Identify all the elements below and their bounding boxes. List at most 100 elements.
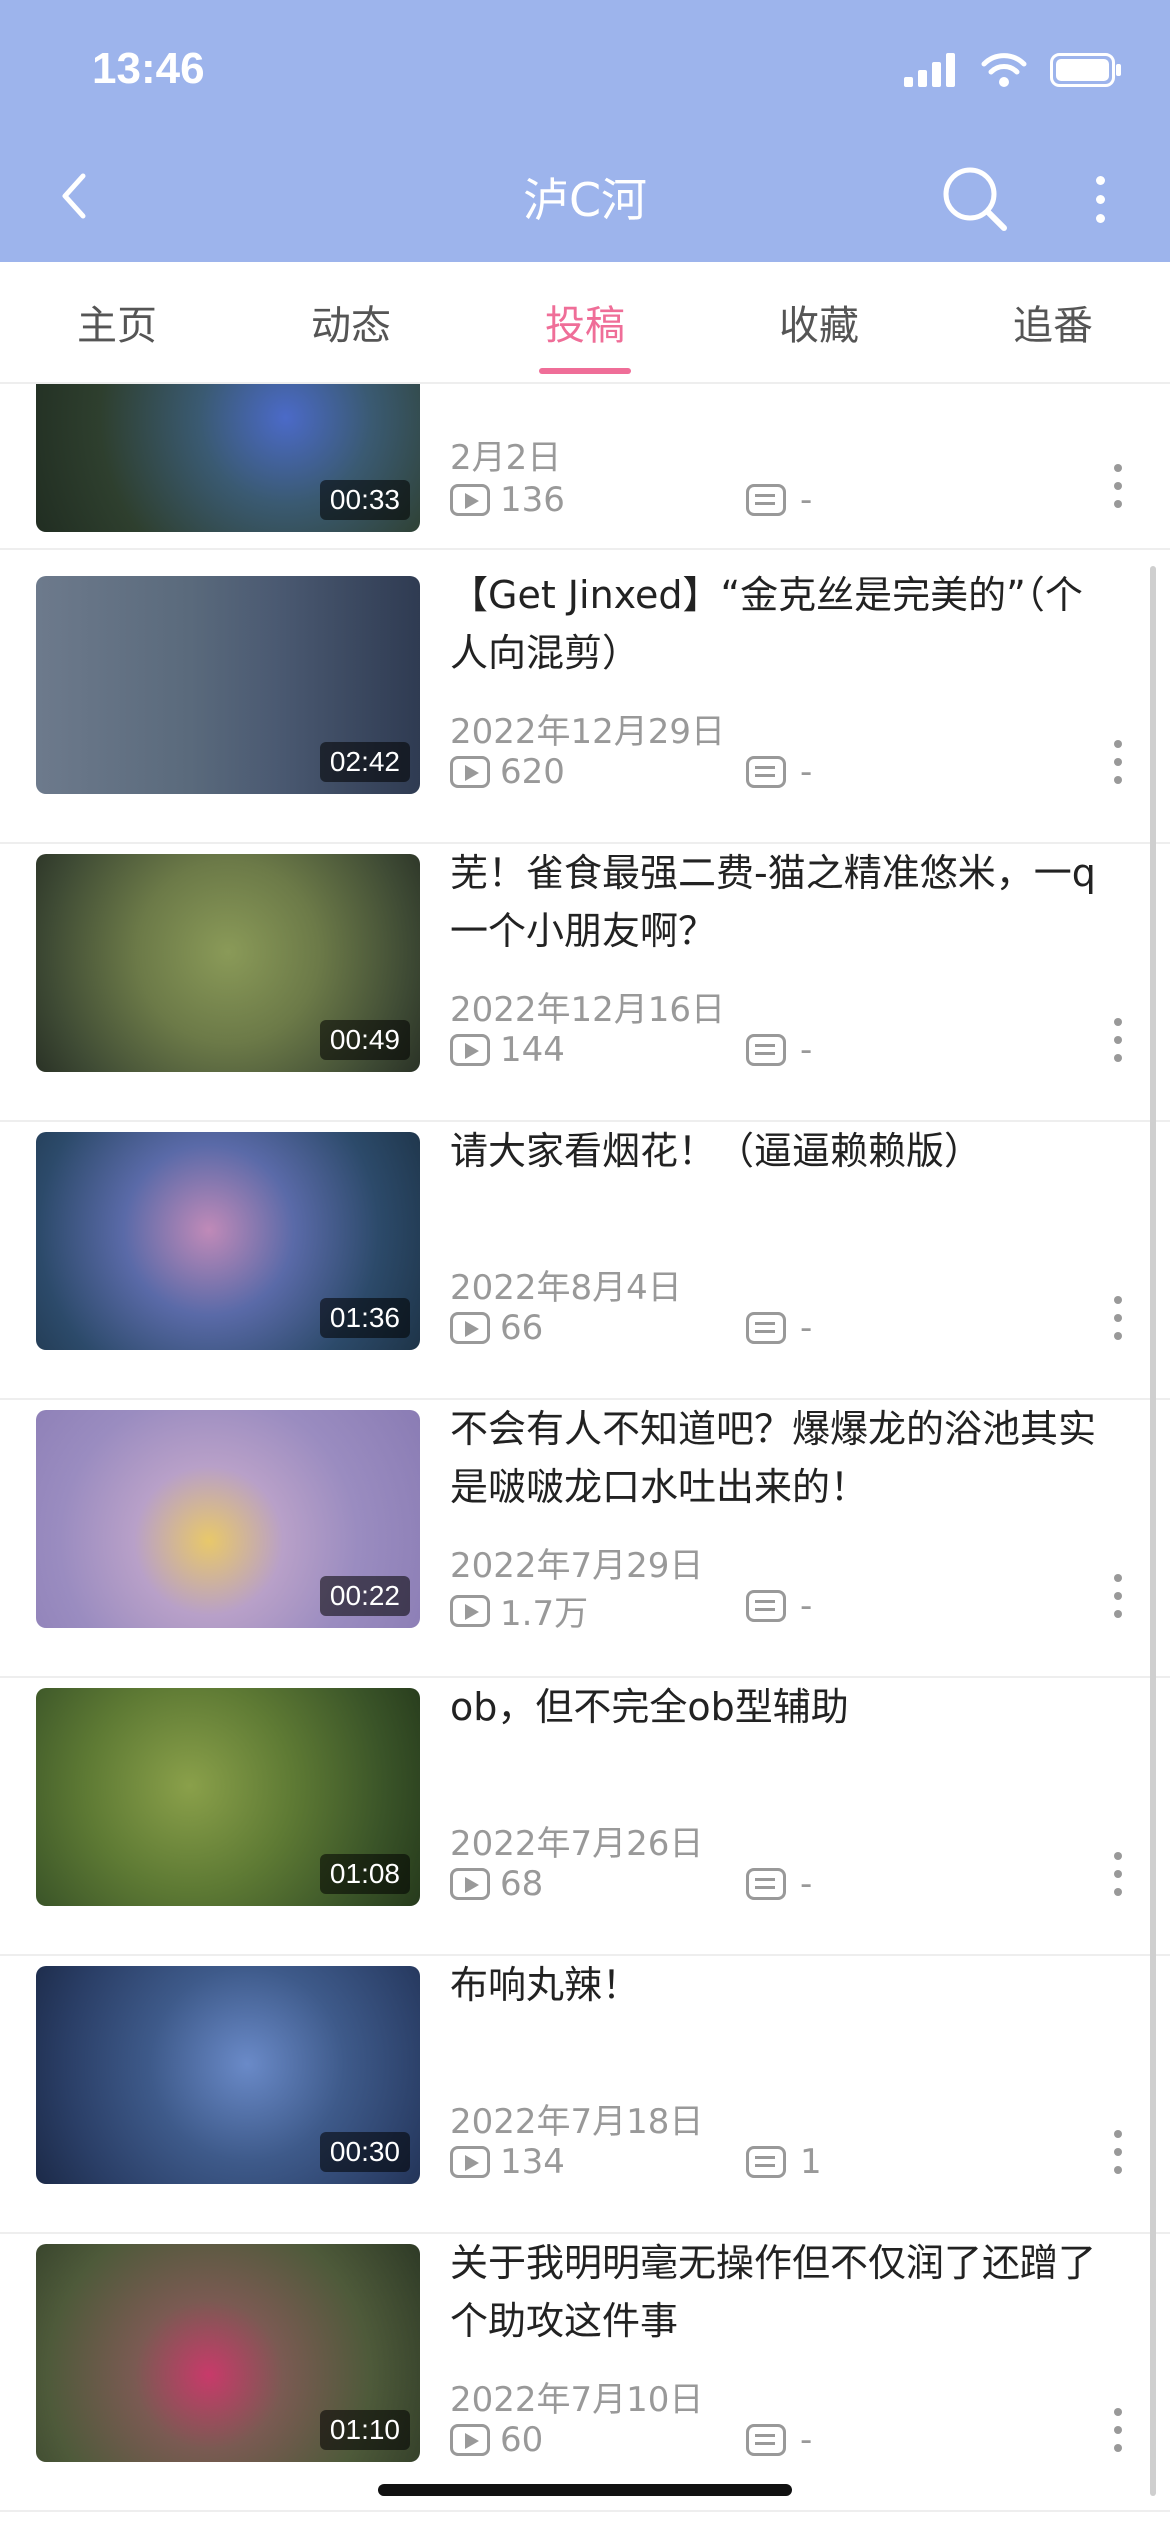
item-more-button[interactable] [1112, 464, 1124, 508]
video-list[interactable]: 00:33 2月2日 136 - 02:42 【Get Jinxed】“金克丝是… [0, 384, 1170, 2532]
play-count: 60 [500, 2420, 544, 2460]
video-item[interactable]: 00:49 芜！雀食最强二费-猫之精准悠米，一q一个小朋友啊？ 2022年12月… [0, 842, 1170, 1122]
video-item[interactable]: 01:08 ob，但不完全ob型辅助 2022年7月26日 68 - [0, 1676, 1170, 1956]
video-thumbnail[interactable]: 01:10 [36, 2244, 420, 2462]
video-title[interactable]: 关于我明明毫无操作但不仅润了还蹭了个助攻这件事 [450, 2234, 1110, 2350]
play-count-icon [450, 1312, 490, 1344]
item-more-button[interactable] [1112, 1018, 1124, 1062]
item-more-button[interactable] [1112, 2408, 1124, 2452]
video-danmaku: - [746, 480, 812, 520]
video-duration: 01:10 [319, 2410, 410, 2450]
danmaku-icon [746, 2424, 786, 2456]
item-more-button[interactable] [1112, 2130, 1124, 2174]
video-plays: 144 [450, 1030, 565, 1070]
danmaku-icon [746, 1868, 786, 1900]
play-count-icon [450, 2424, 490, 2456]
video-item[interactable]: 01:36 请大家看烟花！（逼逼赖赖版） 2022年8月4日 66 - [0, 1120, 1170, 1400]
video-danmaku: - [746, 752, 812, 792]
video-date: 2022年7月29日 [450, 1546, 704, 1586]
video-thumbnail[interactable]: 00:30 [36, 1966, 420, 2184]
video-thumbnail[interactable]: 00:22 [36, 1410, 420, 1628]
play-count: 144 [500, 1030, 565, 1070]
more-dot [1095, 175, 1105, 185]
app-header: 13:46 泸C河 [0, 0, 1170, 262]
item-more-button[interactable] [1112, 740, 1124, 784]
danmaku-count: - [800, 1308, 813, 1348]
video-title[interactable]: 请大家看烟花！（逼逼赖赖版） [450, 1122, 1110, 1180]
video-thumbnail[interactable]: 00:49 [36, 854, 420, 1072]
tab-home[interactable]: 主页 [0, 262, 234, 382]
video-title[interactable]: ob，但不完全ob型辅助 [450, 1678, 1110, 1736]
item-more-button[interactable] [1112, 1852, 1124, 1896]
video-item[interactable]: 02:42 【Get Jinxed】“金克丝是完美的”（个人向混剪） 2022年… [0, 564, 1170, 844]
video-title[interactable]: 【Get Jinxed】“金克丝是完美的”（个人向混剪） [450, 566, 1110, 682]
video-date: 2022年7月18日 [450, 2102, 704, 2142]
video-date: 2022年12月16日 [450, 990, 726, 1030]
play-count: 134 [500, 2142, 565, 2182]
danmaku-count: - [800, 2420, 813, 2460]
danmaku-count: - [800, 752, 813, 792]
video-item[interactable]: 00:33 2月2日 136 - [0, 384, 1170, 550]
video-duration: 00:30 [319, 2132, 410, 2172]
video-thumbnail[interactable]: 01:08 [36, 1688, 420, 1906]
video-date: 2月2日 [450, 438, 562, 478]
video-title[interactable]: 不会有人不知道吧？爆爆龙的浴池其实是啵啵龙口水吐出来的！ [450, 1400, 1110, 1516]
more-dot [1095, 213, 1105, 223]
video-danmaku: - [746, 1586, 812, 1626]
active-tab-indicator [539, 368, 631, 374]
video-danmaku: - [746, 2420, 812, 2460]
danmaku-icon [746, 1590, 786, 1622]
video-danmaku: - [746, 1308, 812, 1348]
video-duration: 01:36 [319, 1298, 410, 1338]
video-item[interactable]: 00:22 不会有人不知道吧？爆爆龙的浴池其实是啵啵龙口水吐出来的！ 2022年… [0, 1398, 1170, 1678]
video-title[interactable]: 芜！雀食最强二费-猫之精准悠米，一q一个小朋友啊？ [450, 844, 1110, 960]
video-thumbnail[interactable]: 02:42 [36, 576, 420, 794]
video-date: 2022年8月4日 [450, 1268, 682, 1308]
home-indicator[interactable] [378, 2484, 792, 2496]
video-duration: 00:49 [319, 1020, 410, 1060]
video-duration: 02:42 [319, 742, 410, 782]
more-dot [1095, 194, 1105, 204]
video-thumbnail[interactable]: 01:36 [36, 1132, 420, 1350]
danmaku-icon [746, 756, 786, 788]
video-plays: 1.7万 [450, 1586, 588, 1635]
danmaku-count: - [800, 1030, 813, 1070]
status-icons [904, 52, 1122, 88]
danmaku-icon [746, 484, 786, 516]
video-duration: 00:22 [319, 1576, 410, 1616]
play-count: 68 [500, 1864, 544, 1904]
danmaku-icon [746, 1034, 786, 1066]
video-date: 2022年7月26日 [450, 1824, 704, 1864]
profile-tabs: 主页 动态 投稿 收藏 追番 [0, 262, 1170, 384]
video-date: 2022年7月10日 [450, 2380, 704, 2420]
scrollbar[interactable] [1150, 566, 1156, 2496]
tab-activity[interactable]: 动态 [234, 262, 468, 382]
video-danmaku: 1 [746, 2142, 822, 2182]
video-plays: 66 [450, 1308, 543, 1348]
wifi-icon [981, 53, 1027, 87]
item-more-button[interactable] [1112, 1296, 1124, 1340]
search-icon [943, 167, 1007, 231]
tab-favorites[interactable]: 收藏 [702, 262, 936, 382]
video-plays: 68 [450, 1864, 543, 1904]
danmaku-count: - [800, 1864, 813, 1904]
item-more-button[interactable] [1112, 1574, 1124, 1618]
video-item[interactable]: 00:30 布响丸辣！ 2022年7月18日 134 1 [0, 1954, 1170, 2234]
status-time: 13:46 [92, 44, 205, 93]
danmaku-count: - [800, 480, 813, 520]
video-duration: 01:08 [319, 1854, 410, 1894]
danmaku-icon [746, 1312, 786, 1344]
video-danmaku: - [746, 1864, 812, 1904]
video-item[interactable]: 01:10 关于我明明毫无操作但不仅润了还蹭了个助攻这件事 2022年7月10日… [0, 2232, 1170, 2512]
search-button[interactable] [940, 164, 1010, 234]
play-count: 1.7万 [500, 1594, 589, 1634]
video-danmaku: - [746, 1030, 812, 1070]
play-count-icon [450, 756, 490, 788]
tab-uploads[interactable]: 投稿 [468, 262, 702, 382]
tab-bangumi[interactable]: 追番 [936, 262, 1170, 382]
battery-icon [1050, 53, 1121, 87]
video-title[interactable]: 布响丸辣！ [450, 1956, 1110, 2014]
play-count: 620 [500, 752, 565, 792]
video-thumbnail[interactable]: 00:33 [36, 384, 420, 532]
more-options-button[interactable] [1080, 164, 1120, 234]
